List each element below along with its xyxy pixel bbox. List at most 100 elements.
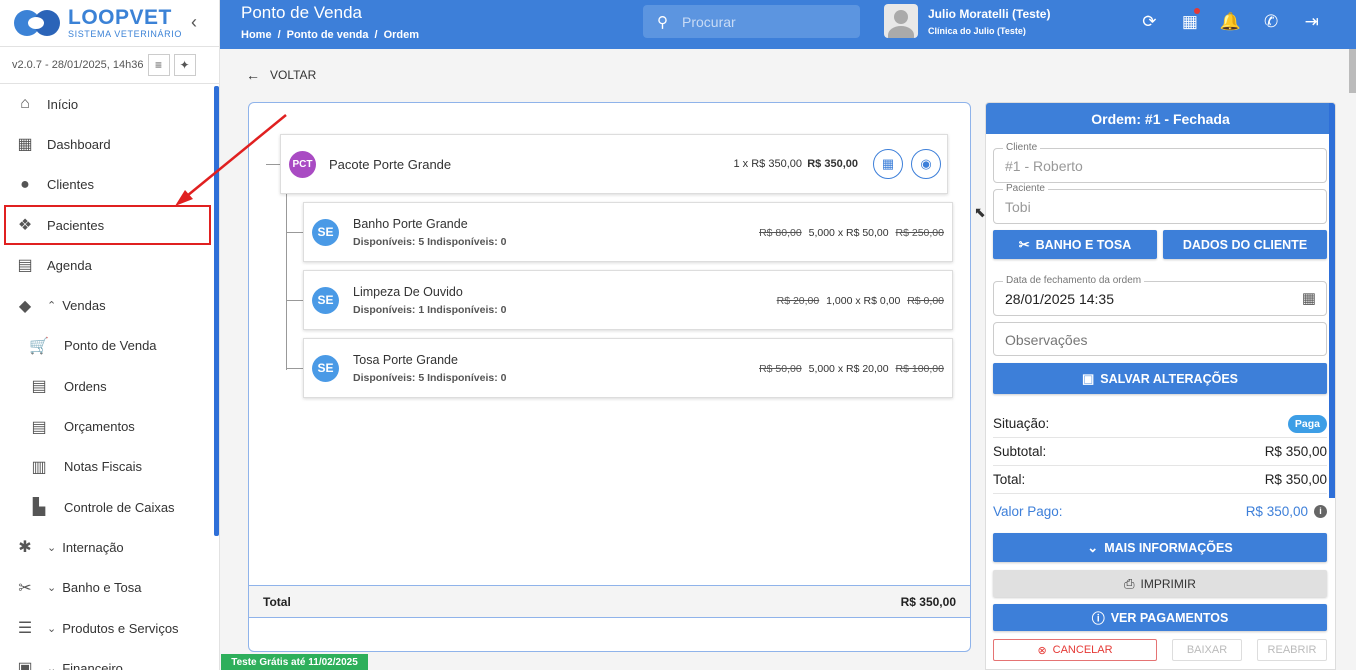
tree-connector [286,368,303,369]
user-menu[interactable]: Julio Moratelli (Teste) Clínica do Julio… [884,4,1050,38]
sidebar-item-pacientes[interactable]: ❖ Pacientes [4,204,211,246]
sidebar-item-banho-e-tosa[interactable]: ✂ ⌄ Banho e Tosa [0,568,219,608]
breadcrumb-ponto-de-venda[interactable]: Ponto de venda [287,29,369,41]
patient-field[interactable]: Paciente Tobi [993,183,1327,224]
cash-register-icon[interactable]: ▦ [1170,8,1211,32]
notes-field[interactable]: Observações [993,322,1327,356]
item-name: Limpeza De Ouvido [353,284,463,299]
more-info-button[interactable]: ⌄ MAIS INFORMAÇÕES [993,533,1327,562]
cancel-button-label: CANCELAR [1052,644,1113,656]
package-badge: PCT [289,150,316,178]
sidebar-item-label: Notas Fiscais [64,459,143,475]
sidebar-item-label: Ponto de Venda [64,338,157,354]
paid-value: R$ 350,00 [1245,503,1308,519]
total-value: R$ 350,00 [1264,472,1327,487]
status-row: Situação: Paga [993,410,1327,438]
tree-connector [286,300,303,301]
total-label: Total [263,594,291,609]
sidebar-item-ordens[interactable]: ▤ Ordens [0,366,219,406]
client-data-button[interactable]: DADOS DO CLIENTE [1163,230,1327,259]
list-item[interactable]: SE Tosa Porte Grande Disponíveis: 5 Indi… [303,338,953,398]
grooming-button[interactable]: ✂ BANHO E TOSA [993,230,1157,259]
home-icon: ⌂ [20,95,30,113]
breadcrumb: Home / Ponto de venda / Ordem [241,29,420,41]
sidebar-item-inicio[interactable]: ⌂ Início [0,84,219,124]
document-icon: ▥ [31,458,47,476]
sidebar-item-vendas[interactable]: ◆ ⌃ Vendas [0,285,219,325]
item-name: Banho Porte Grande [353,216,468,231]
sidebar-nav: ⌂ Início ▦ Dashboard ● Clientes ❖ Pacientes … [0,84,219,670]
package-row[interactable]: PCT Pacote Porte Grande 1 x R$ 350,00 R$… [280,134,948,194]
breadcrumb-home[interactable]: Home [241,29,272,41]
search-box[interactable]: ⚲ [643,5,860,38]
back-button[interactable]: ← VOLTAR [246,67,316,83]
sidebar-item-orcamentos[interactable]: ▤ Orçamentos [0,406,219,446]
sidebar-item-label: Vendas [62,298,106,314]
print-button[interactable]: ⎙ IMPRIMIR [993,570,1327,597]
item-old-total: R$ 100,00 [895,363,944,375]
item-old-price: R$ 50,00 [759,363,802,375]
package-total: R$ 350,00 [807,158,858,170]
scissors-icon: ✂ [18,579,32,597]
menu-list-icon[interactable]: ≡ [147,54,170,76]
reopen-button[interactable]: REABRIR [1257,639,1327,661]
tree-connector [286,194,287,370]
client-label: Cliente [1003,142,1041,153]
chevron-down-icon: ⌄ [1087,539,1099,555]
sidebar-item-ponto-de-venda[interactable]: 🛒 Ponto de Venda [0,326,219,366]
view-payments-button-label: VER PAGAMENTOS [1110,610,1229,625]
collapse-sidebar-icon[interactable]: ‹ [191,12,197,33]
cancel-button[interactable]: ⊗ CANCELAR [993,639,1157,661]
eye-icon[interactable]: ◉ [911,149,941,179]
sidebar-item-internacao[interactable]: ✱ ⌄ Internação [0,527,219,567]
sidebar-item-financeiro[interactable]: ▣ ⌄ Financeiro [0,648,219,670]
bell-icon[interactable]: 🔔 [1210,12,1251,32]
arrow-left-icon: ← [246,67,260,83]
scissors-icon: ✂ [1018,236,1030,252]
sidebar-item-notas-fiscais[interactable]: ▥ Notas Fiscais [0,447,219,487]
version-bar: v2.0.7 - 28/01/2025, 14h36 ≡ ✦ [0,46,219,84]
info-icon[interactable]: i [1314,505,1327,519]
close-date-field[interactable]: Data de fechamento da ordem 28/01/2025 1… [993,275,1327,316]
back-label: VOLTAR [270,68,317,82]
search-input[interactable] [682,13,832,30]
save-button[interactable]: ▣ SALVAR ALTERAÇÕES [993,363,1327,394]
lower-button-label: BAIXAR [1186,644,1228,656]
patient-value: Tobi [1005,199,1031,215]
list-icon: ▤ [31,378,47,396]
sidebar-item-label: Pacientes [47,217,105,233]
tree-connector [266,164,280,165]
page-scrollbar[interactable] [1349,49,1356,93]
sidebar-item-controle-de-caixas[interactable]: ▙ Controle de Caixas [0,487,219,527]
view-payments-button[interactable]: ⓘ VER PAGAMENTOS [993,604,1327,631]
paid-row: Valor Pago: R$ 350,00 i [993,497,1327,525]
sparkle-icon[interactable]: ✦ [173,54,196,76]
logo-subtitle: SISTEMA VETERINÁRIO [68,29,182,39]
avatar[interactable] [884,4,918,38]
print-button-label: IMPRIMIR [1140,576,1196,591]
logout-icon[interactable]: ⇥ [1291,12,1332,32]
sidebar-item-label: Internação [62,539,124,555]
sidebar-item-label: Financeiro [62,660,123,670]
panel-scrollbar[interactable] [1329,103,1335,498]
sidebar-item-dashboard[interactable]: ▦ Dashboard [0,124,219,164]
lower-button[interactable]: BAIXAR [1172,639,1242,661]
package-name: Pacote Porte Grande [329,156,452,172]
client-field[interactable]: Cliente #1 - Roberto [993,142,1327,183]
whatsapp-icon[interactable]: ✆ [1251,12,1292,32]
calendar-icon[interactable]: ▦ [873,149,903,179]
mouse-cursor-icon: ⬉ [974,204,986,220]
item-old-price: R$ 80,00 [759,227,802,239]
calendar-icon[interactable]: ▦ [1302,289,1316,307]
client-value: #1 - Roberto [1005,158,1083,174]
trial-banner: Teste Grátis até 11/02/2025 [221,654,368,670]
sidebar-item-agenda[interactable]: ▤ Agenda [0,245,219,285]
sidebar-item-clientes[interactable]: ● Clientes [0,165,219,205]
logo-icon [14,8,64,38]
reopen-button-label: REABRIR [1267,644,1317,656]
top-header: Ponto de Venda Home / Ponto de venda / Ordem… [220,0,1356,49]
list-item[interactable]: SE Limpeza De Ouvido Disponíveis: 1 Indi… [303,270,953,330]
sync-icon[interactable]: ⟳ [1129,12,1170,32]
sidebar-item-produtos-e-servicos[interactable]: ☰ ⌄ Produtos e Serviços [0,608,219,648]
list-item[interactable]: SE Banho Porte Grande Disponíveis: 5 Ind… [303,202,953,262]
